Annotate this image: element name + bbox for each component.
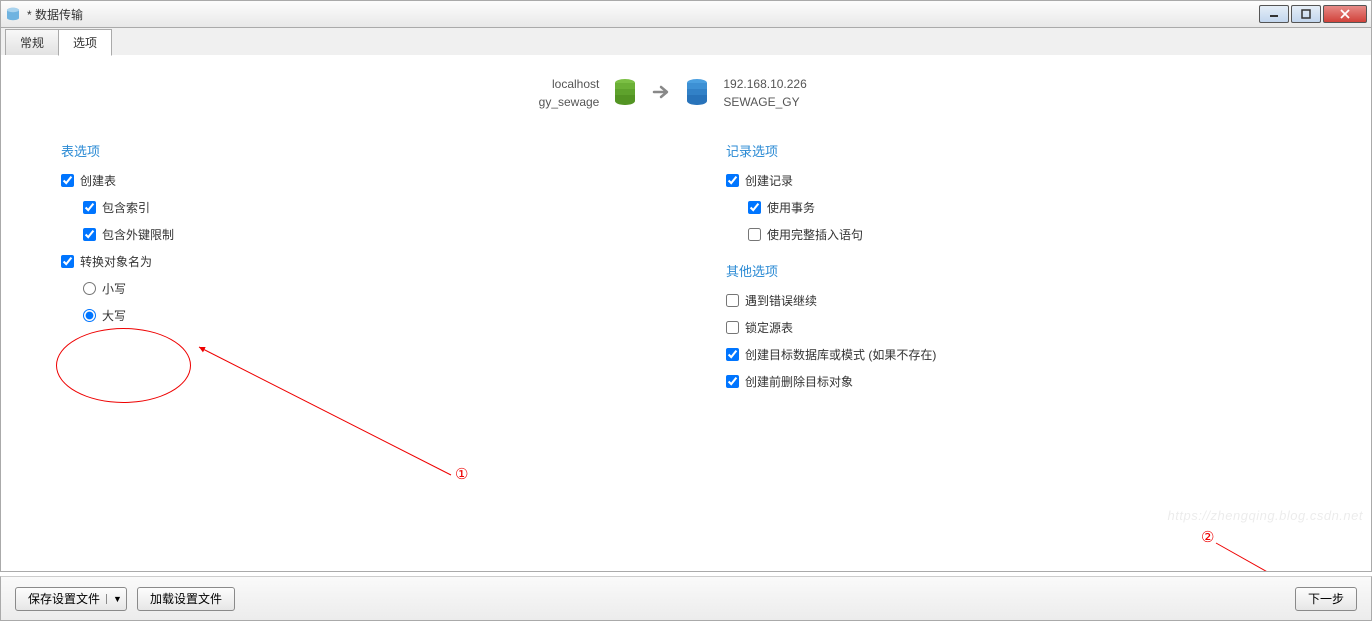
- title-bar: * 数据传输: [0, 0, 1372, 28]
- load-profile-button[interactable]: 加载设置文件: [137, 587, 235, 611]
- create-tables-option[interactable]: 创建表: [61, 172, 646, 189]
- window-title: * 数据传输: [27, 6, 1259, 23]
- uppercase-radio[interactable]: [83, 309, 96, 322]
- lowercase-radio[interactable]: [83, 282, 96, 295]
- right-options-column: 记录选项 创建记录 使用事务 使用完整插入语句 其他选项 遇到错误继续 锁定源表: [726, 141, 1311, 400]
- convert-names-checkbox[interactable]: [61, 255, 74, 268]
- lowercase-label: 小写: [102, 280, 126, 297]
- full-insert-option[interactable]: 使用完整插入语句: [726, 226, 1311, 243]
- next-button[interactable]: 下一步: [1295, 587, 1357, 611]
- arrow-right-icon: [651, 82, 671, 105]
- create-records-checkbox[interactable]: [726, 174, 739, 187]
- use-tx-option[interactable]: 使用事务: [726, 199, 1311, 216]
- maximize-button[interactable]: [1291, 5, 1321, 23]
- record-options-title: 记录选项: [726, 141, 1311, 160]
- database-icon: [685, 78, 709, 109]
- database-icon: [613, 78, 637, 109]
- include-fk-option[interactable]: 包含外键限制: [61, 226, 646, 243]
- lowercase-option[interactable]: 小写: [61, 280, 646, 297]
- continue-on-err-option[interactable]: 遇到错误继续: [726, 292, 1311, 309]
- options-row: 表选项 创建表 包含索引 包含外键限制 转换对象名为 小写: [1, 141, 1371, 400]
- use-tx-label: 使用事务: [767, 199, 815, 216]
- window-buttons: [1259, 5, 1367, 23]
- lock-source-checkbox[interactable]: [726, 321, 739, 334]
- create-records-option[interactable]: 创建记录: [726, 172, 1311, 189]
- continue-on-err-label: 遇到错误继续: [745, 292, 817, 309]
- create-tables-checkbox[interactable]: [61, 174, 74, 187]
- tab-general[interactable]: 常规: [5, 29, 59, 56]
- drop-target-first-option[interactable]: 创建前删除目标对象: [726, 373, 1311, 390]
- include-indexes-label: 包含索引: [102, 199, 150, 216]
- convert-names-label: 转换对象名为: [80, 253, 152, 270]
- other-options-title: 其他选项: [726, 261, 1311, 280]
- source-info: localhost gy_sewage: [539, 75, 600, 111]
- convert-names-option[interactable]: 转换对象名为: [61, 253, 646, 270]
- source-db: gy_sewage: [539, 93, 600, 111]
- lock-source-label: 锁定源表: [745, 319, 793, 336]
- continue-on-err-checkbox[interactable]: [726, 294, 739, 307]
- minimize-button[interactable]: [1259, 5, 1289, 23]
- footer-bar: 保存设置文件 ▼ 加载设置文件 下一步: [0, 576, 1372, 621]
- close-button[interactable]: [1323, 5, 1367, 23]
- create-target-schema-option[interactable]: 创建目标数据库或模式 (如果不存在): [726, 346, 1311, 363]
- source-host: localhost: [539, 75, 600, 93]
- lock-source-option[interactable]: 锁定源表: [726, 319, 1311, 336]
- save-profile-label: 保存设置文件: [28, 590, 100, 607]
- create-target-schema-label: 创建目标数据库或模式 (如果不存在): [745, 346, 936, 363]
- content-area: localhost gy_sewage 192.168.10.226 SEWAG…: [0, 55, 1372, 572]
- full-insert-checkbox[interactable]: [748, 228, 761, 241]
- annotation-number-2: ②: [1201, 528, 1214, 547]
- table-options-title: 表选项: [61, 141, 646, 160]
- create-target-schema-checkbox[interactable]: [726, 348, 739, 361]
- chevron-down-icon: ▼: [106, 594, 122, 604]
- uppercase-option[interactable]: 大写: [61, 307, 646, 324]
- use-tx-checkbox[interactable]: [748, 201, 761, 214]
- uppercase-label: 大写: [102, 307, 126, 324]
- target-info: 192.168.10.226 SEWAGE_GY: [723, 75, 833, 111]
- include-fk-checkbox[interactable]: [83, 228, 96, 241]
- save-profile-button[interactable]: 保存设置文件 ▼: [15, 587, 127, 611]
- include-indexes-option[interactable]: 包含索引: [61, 199, 646, 216]
- include-indexes-checkbox[interactable]: [83, 201, 96, 214]
- tab-options[interactable]: 选项: [58, 29, 112, 56]
- create-tables-label: 创建表: [80, 172, 116, 189]
- annotation-number-1: ①: [455, 465, 468, 484]
- full-insert-label: 使用完整插入语句: [767, 226, 863, 243]
- target-db: SEWAGE_GY: [723, 93, 833, 111]
- target-host: 192.168.10.226: [723, 75, 833, 93]
- app-icon: [5, 6, 21, 22]
- include-fk-label: 包含外键限制: [102, 226, 174, 243]
- drop-target-first-label: 创建前删除目标对象: [745, 373, 853, 390]
- watermark: https://zhengqing.blog.csdn.net: [1168, 508, 1363, 523]
- table-options-section: 表选项 创建表 包含索引 包含外键限制 转换对象名为 小写: [61, 141, 646, 400]
- tabs-bar: 常规 选项: [0, 28, 1372, 55]
- create-records-label: 创建记录: [745, 172, 793, 189]
- drop-target-first-checkbox[interactable]: [726, 375, 739, 388]
- transfer-header: localhost gy_sewage 192.168.10.226 SEWAG…: [1, 55, 1371, 141]
